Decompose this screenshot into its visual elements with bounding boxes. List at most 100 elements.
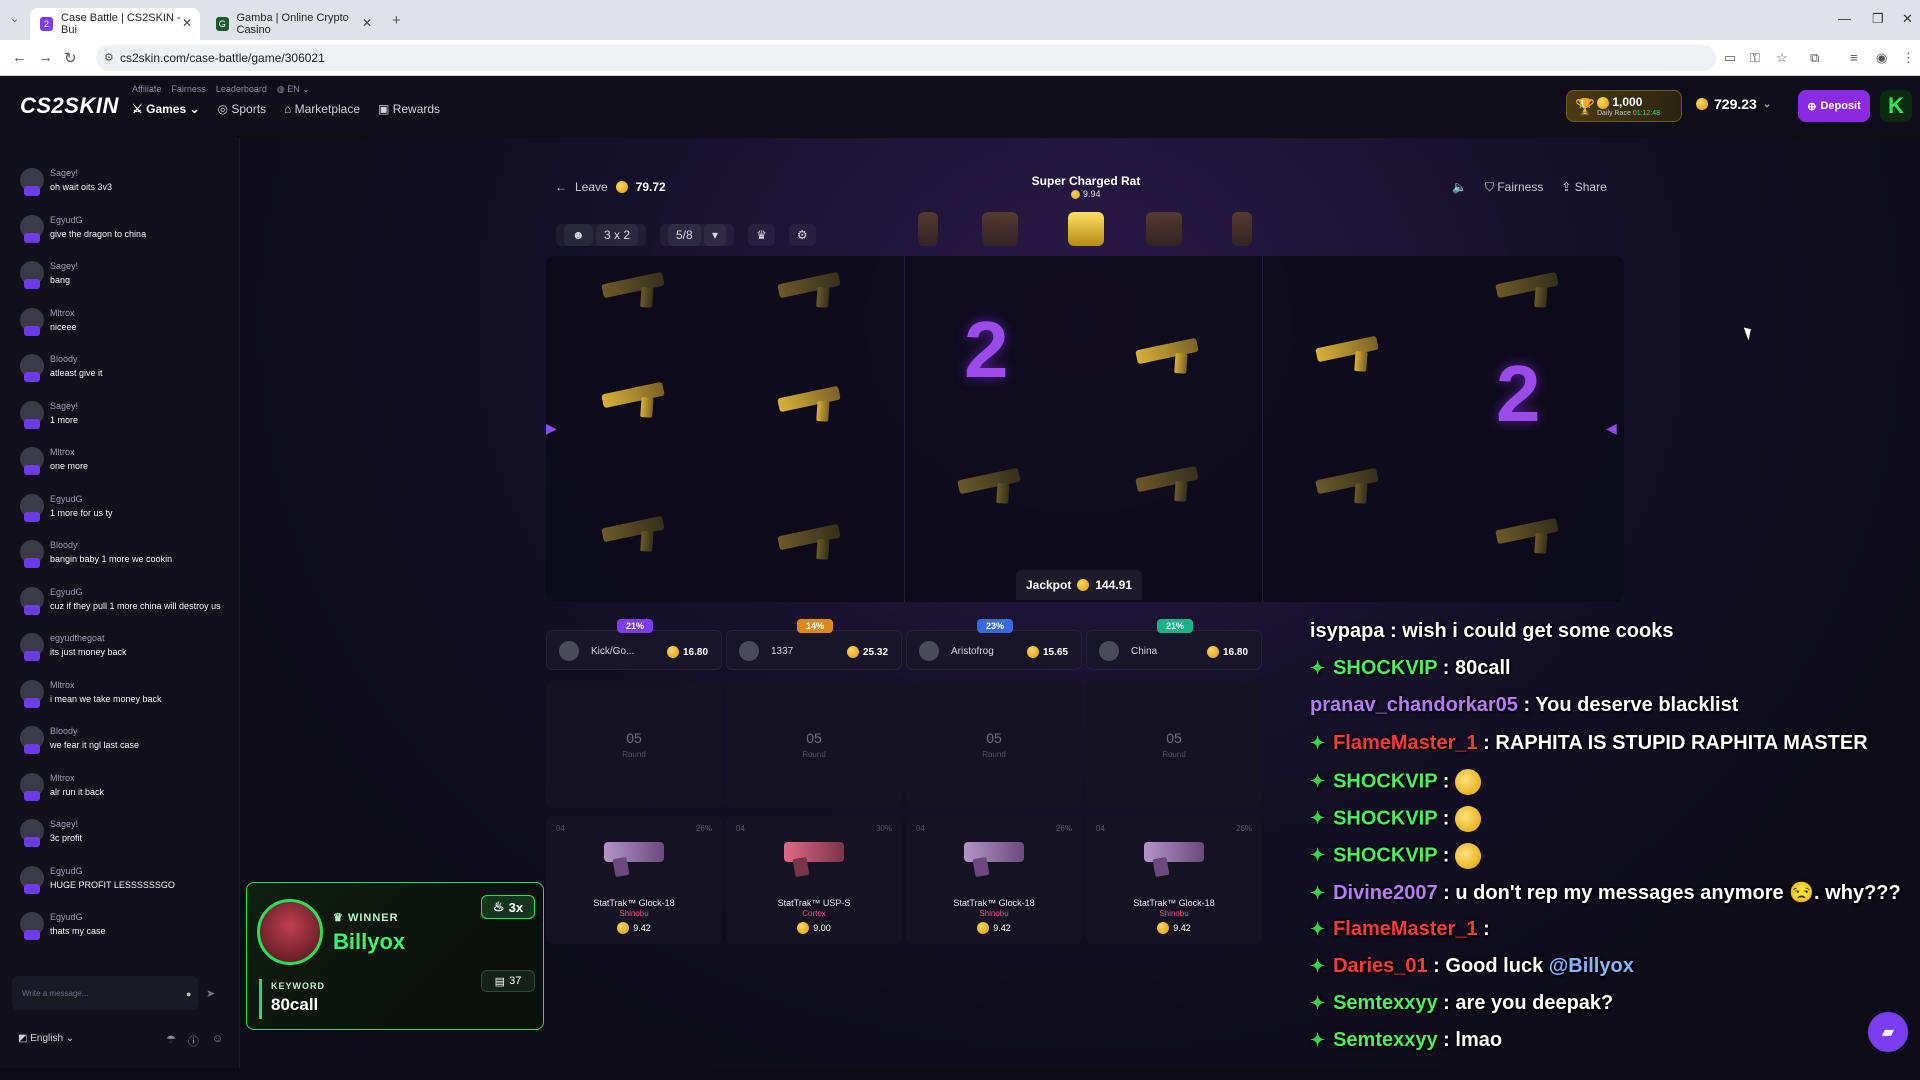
support-chat-button[interactable]: ▰ <box>1868 1012 1908 1052</box>
ticket-icon: ▤ <box>494 975 506 988</box>
stream-chat-separator: : <box>1437 657 1455 680</box>
rain-icon[interactable]: ☂ <box>166 1033 176 1046</box>
chat-input[interactable]: Write a message... <box>12 976 198 1010</box>
player-card[interactable]: 21% Kick/Go... 16.80 <box>546 619 722 670</box>
chat-username[interactable]: Sagey! <box>50 168 78 178</box>
chat-username[interactable]: Sagey! <box>50 401 78 411</box>
chat-username[interactable]: Bloody <box>50 540 78 550</box>
leaderboard-link[interactable]: Leaderboard <box>216 84 267 95</box>
chat-username[interactable]: Sagey! <box>50 261 78 271</box>
nav-marketplace[interactable]: ⌂ Marketplace <box>284 102 360 116</box>
minimize-icon[interactable]: — <box>1838 11 1851 26</box>
case-thumb <box>1232 212 1252 246</box>
coin-icon <box>847 646 859 658</box>
chat-text: give the dragon to china <box>50 228 147 239</box>
forward-icon[interactable]: → <box>38 49 53 66</box>
window-close-icon[interactable]: ✕ <box>1902 11 1913 27</box>
stream-chat-separator: : <box>1437 770 1455 793</box>
reel-item-revolver <box>772 370 852 430</box>
new-tab-icon[interactable]: + <box>392 12 401 29</box>
drop-card[interactable]: 04 26% StatTrak™ Glock-18 Shinobu 9.42 <box>546 816 722 944</box>
password-icon[interactable]: ⚿ <box>1750 50 1760 66</box>
stream-chat-text: RAPHITA IS STUPID RAPHITA MASTER <box>1495 731 1868 754</box>
player-card[interactable]: 21% China 16.80 <box>1086 619 1262 670</box>
maximize-icon[interactable]: ❐ <box>1872 11 1884 27</box>
browser-tab-cs2skin[interactable]: 2 Case Battle | CS2SKIN - Bui ✕ <box>30 8 200 40</box>
close-icon[interactable]: ✕ <box>362 16 372 30</box>
language-selector[interactable]: ◍ EN ⌄ <box>277 84 310 95</box>
drop-price-value: 9.42 <box>993 923 1011 933</box>
chat-text: 1 more <box>50 414 79 425</box>
media-icon[interactable]: ≡ <box>1850 50 1858 65</box>
star-icon: ✦ <box>1310 1030 1326 1051</box>
site-header: CS2SKIN Affiliate Fairness Leaderboard ◍… <box>0 76 1920 138</box>
stream-chat-line: pranav_chandorkar05 : You deserve blackl… <box>1310 694 1738 717</box>
chat-username[interactable]: Sagey! <box>50 819 78 829</box>
address-bar[interactable]: ⚙ cs2skin.com/case-battle/game/306021 <box>96 45 1716 71</box>
chat-username[interactable]: Mltrox <box>50 680 75 690</box>
fairness-link[interactable]: Fairness <box>171 84 206 95</box>
gamba-favicon-icon: G <box>216 17 229 31</box>
player-value: 16.80 <box>1207 646 1248 658</box>
emoji-icon[interactable]: ● <box>186 989 191 999</box>
round-slot: 05 Round <box>906 682 1082 808</box>
back-icon[interactable]: ← <box>12 49 27 66</box>
player-card[interactable]: 23% Aristofrog 15.65 <box>906 619 1082 670</box>
browser-tab-gamba[interactable]: G Gamba | Online Crypto Casino ✕ <box>206 8 380 40</box>
chat-username[interactable]: Mltrox <box>50 308 75 318</box>
info-icon[interactable]: ⓘ <box>188 1033 199 1049</box>
chat-username[interactable]: EgyudG <box>50 912 83 922</box>
chat-username[interactable]: egyudthegoat <box>50 633 105 643</box>
site-info-icon[interactable]: ⚙ <box>104 51 114 64</box>
close-icon[interactable]: ✕ <box>182 16 192 30</box>
player-value: 15.65 <box>1027 646 1068 658</box>
chat-username[interactable]: EgyudG <box>50 587 83 597</box>
nav-rewards[interactable]: ▣ Rewards <box>378 102 440 116</box>
chat-username[interactable]: Mltrox <box>50 773 75 783</box>
stream-chat-username: FlameMaster_1 <box>1333 731 1478 754</box>
chat-username[interactable]: Mltrox <box>50 447 75 457</box>
cast-icon[interactable]: ▭ <box>1724 50 1736 66</box>
affiliate-link[interactable]: Affiliate <box>132 84 161 95</box>
deposit-button[interactable]: ⊕ Deposit <box>1798 90 1870 122</box>
player-card[interactable]: 14% 1337 25.32 <box>726 619 902 670</box>
chat-language-selector[interactable]: ◩ English ⌄ <box>18 1033 74 1044</box>
stream-chat-line: ✦ Divine2007 : u don't rep my messages an… <box>1310 880 1901 905</box>
chat-username[interactable]: EgyudG <box>50 866 83 876</box>
site-chat: Sagey! oh wait oits 3v3 EgyudG give the dra… <box>0 138 240 1068</box>
users-icon[interactable]: ☺ <box>212 1033 223 1045</box>
leave-button[interactable]: ← Leave 79.72 <box>555 180 666 194</box>
chat-username[interactable]: Bloody <box>50 726 78 736</box>
sound-toggle-icon[interactable]: 🔈 <box>1452 180 1467 195</box>
fairness-button[interactable]: ⛉ Fairness <box>1485 180 1543 195</box>
nav-sports[interactable]: ◎ Sports <box>218 102 267 116</box>
tab-search-icon[interactable]: ⌄ <box>10 12 19 25</box>
win-chance-badge: 21% <box>1157 619 1193 633</box>
level-badge <box>24 232 40 243</box>
profile-icon[interactable]: ◉ <box>1876 50 1887 66</box>
send-icon[interactable]: ➤ <box>206 987 215 1000</box>
menu-icon[interactable]: ⋮ <box>1902 50 1915 66</box>
balance-dropdown[interactable]: 729.23 ⌄ <box>1696 96 1771 112</box>
win-chance-badge: 23% <box>977 619 1013 633</box>
chat-username[interactable]: Bloody <box>50 354 78 364</box>
reel-item-rifle <box>596 256 676 316</box>
share-button[interactable]: ⇪ Share <box>1561 180 1606 195</box>
drop-card[interactable]: 04 26% StatTrak™ Glock-18 Shinobu 9.42 <box>1086 816 1262 944</box>
chat-username[interactable]: EgyudG <box>50 215 83 225</box>
extensions-icon[interactable]: ⧉ <box>1810 50 1819 66</box>
user-avatar[interactable]: K <box>1880 90 1912 122</box>
reload-icon[interactable]: ↻ <box>64 49 77 67</box>
daily-race-widget[interactable]: 🏆 1,000 Daily Race 01:12:48 <box>1566 90 1682 122</box>
bookmark-star-icon[interactable]: ☆ <box>1776 50 1788 66</box>
nav-label: Marketplace <box>294 102 361 116</box>
chat-username[interactable]: EgyudG <box>50 494 83 504</box>
drop-card[interactable]: 04 30% StatTrak™ USP-S Cortex 9.00 <box>726 816 902 944</box>
daily-race-timer: 01:12:48 <box>1632 110 1661 117</box>
coin-icon <box>1077 579 1090 591</box>
pistol-icon <box>604 842 664 862</box>
site-logo[interactable]: CS2SKIN <box>20 93 119 119</box>
nav-games[interactable]: ⚔ Games ⌄ <box>132 102 200 116</box>
drop-card[interactable]: 04 26% StatTrak™ Glock-18 Shinobu 9.42 <box>906 816 1082 944</box>
balance-value: 729.23 <box>1714 96 1757 112</box>
